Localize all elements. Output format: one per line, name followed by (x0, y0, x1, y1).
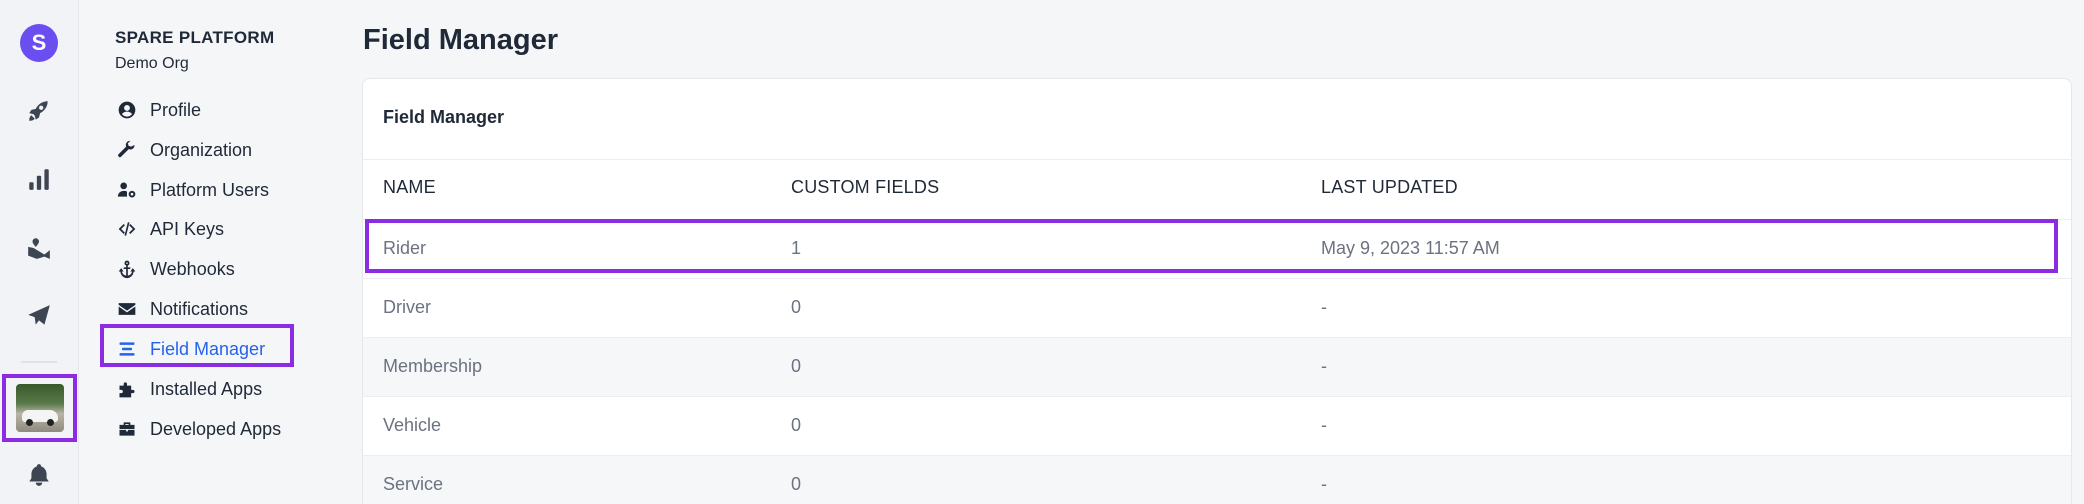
puzzle-icon (115, 377, 139, 401)
cell-name: Vehicle (383, 415, 442, 435)
sidebar-item-label: Installed Apps (150, 378, 263, 399)
bar-chart-icon[interactable] (24, 164, 54, 194)
sidebar-item-label: API Keys (150, 218, 225, 239)
cell-custom-fields: 0 (791, 474, 802, 494)
code-icon (115, 217, 139, 241)
anchor-icon (115, 257, 139, 281)
spare-logo[interactable]: S (20, 24, 58, 62)
sidebar-item-label: Field Manager (150, 338, 266, 359)
card-divider (363, 159, 2071, 160)
icon-rail: S (0, 0, 79, 504)
org-name: Demo Org (115, 55, 189, 72)
envelope-icon (115, 297, 139, 321)
sidebar-item-organization[interactable]: Organization (115, 135, 252, 165)
map-icon[interactable] (24, 233, 54, 263)
user-circle-icon (115, 98, 139, 122)
sidebar-item-api-keys[interactable]: API Keys (115, 214, 224, 244)
column-header-custom-fields: CUSTOM FIELDS (791, 177, 940, 197)
card-title: Field Manager (383, 107, 505, 127)
table-row[interactable]: Service 0 - (363, 455, 2071, 504)
avatar[interactable] (16, 384, 64, 432)
field-manager-card: Field Manager NAME CUSTOM FIELDS LAST UP… (362, 78, 2072, 504)
users-cog-icon (115, 178, 139, 202)
sidebar-item-label: Profile (150, 99, 202, 120)
sidebar-item-webhooks[interactable]: Webhooks (115, 254, 235, 284)
sidebar-item-platform-users[interactable]: Platform Users (115, 175, 269, 205)
settings-sidebar: SPARE PLATFORM Demo Org Profile Organiza… (79, 0, 341, 504)
org-title: SPARE PLATFORM (115, 28, 275, 47)
cell-custom-fields: 0 (791, 297, 802, 317)
sidebar-item-label: Notifications (150, 298, 249, 319)
sidebar-item-label: Organization (150, 139, 253, 160)
cell-custom-fields: 1 (791, 238, 802, 258)
sidebar-item-profile[interactable]: Profile (115, 95, 201, 125)
rocket-icon[interactable] (24, 96, 54, 126)
page-title: Field Manager (363, 24, 558, 56)
cell-last-updated: - (1321, 356, 1327, 376)
table-row[interactable]: Rider 1 May 9, 2023 11:57 AM (363, 219, 2071, 278)
cell-name: Membership (383, 356, 483, 376)
paper-plane-icon[interactable] (24, 301, 54, 331)
list-icon (115, 337, 139, 361)
sidebar-item-label: Webhooks (150, 258, 235, 279)
column-header-name: NAME (383, 177, 436, 197)
avatar-highlight (2, 374, 77, 442)
sidebar-item-label: Developed Apps (150, 418, 282, 439)
toolbox-icon (115, 417, 139, 441)
sidebar-item-developed-apps[interactable]: Developed Apps (115, 414, 281, 444)
table-row[interactable]: Membership 0 - (363, 337, 2071, 396)
sidebar-item-field-manager[interactable]: Field Manager (115, 334, 265, 364)
cell-last-updated: - (1321, 474, 1327, 494)
cell-name: Rider (383, 238, 427, 258)
cell-last-updated: May 9, 2023 11:57 AM (1321, 238, 1500, 258)
cell-name: Driver (383, 297, 431, 317)
cell-last-updated: - (1321, 297, 1327, 317)
app: S SPARE PLATFORM Demo Org Profile Organi… (0, 0, 2084, 504)
sidebar-item-label: Platform Users (150, 179, 270, 200)
column-header-last-updated: LAST UPDATED (1321, 177, 1458, 197)
cell-custom-fields: 0 (791, 356, 802, 376)
cell-name: Service (383, 474, 444, 494)
bell-icon[interactable] (24, 460, 54, 490)
wrench-icon (115, 138, 139, 162)
table-row[interactable]: Vehicle 0 - (363, 396, 2071, 455)
table-row[interactable]: Driver 0 - (363, 278, 2071, 337)
sidebar-item-notifications[interactable]: Notifications (115, 294, 248, 324)
rail-divider (21, 361, 57, 363)
sidebar-item-installed-apps[interactable]: Installed Apps (115, 374, 262, 404)
cell-last-updated: - (1321, 415, 1327, 435)
cell-custom-fields: 0 (791, 415, 802, 435)
